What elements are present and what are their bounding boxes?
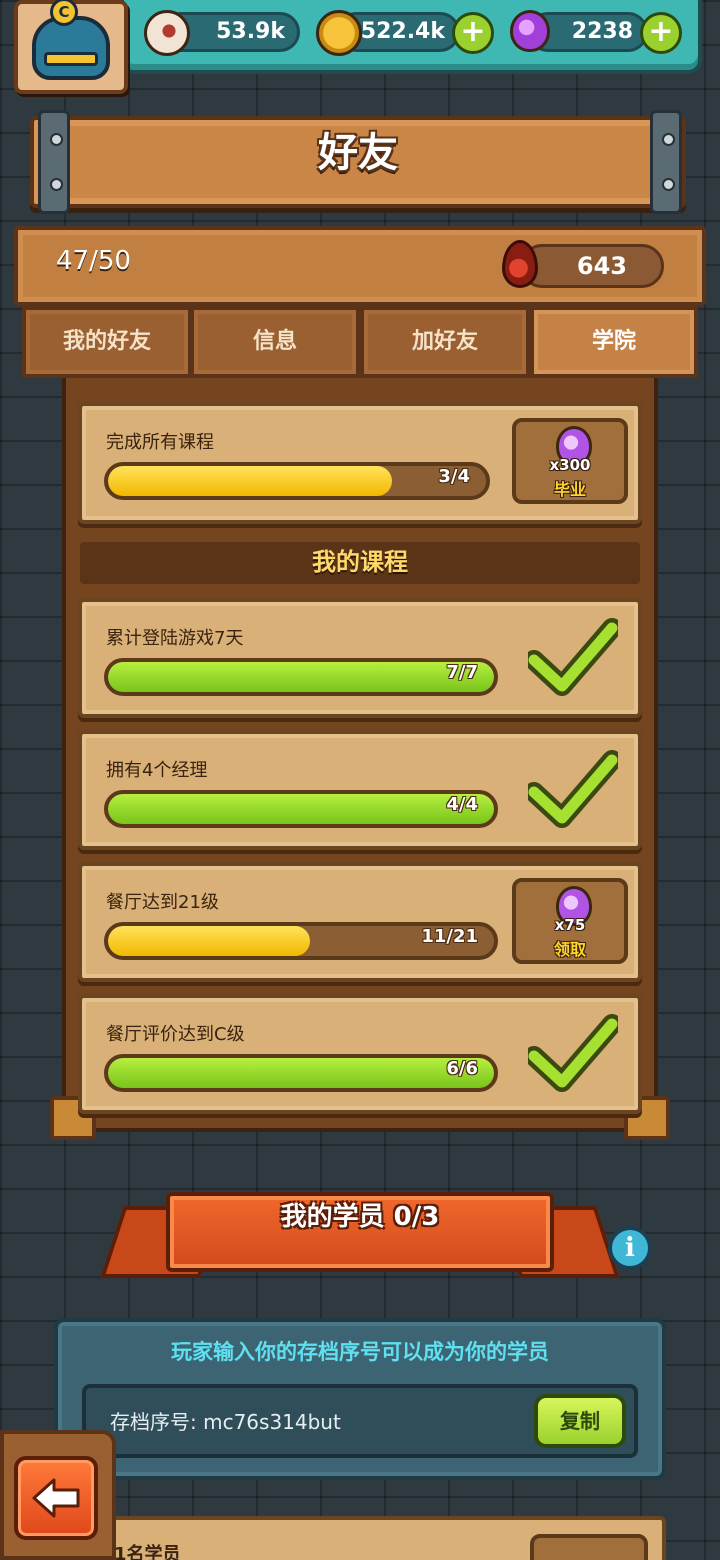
back-arrow-icon [32,1478,80,1518]
claim-reward-button[interactable]: x75 领取 [512,878,628,964]
progress-text: 4/4 [446,794,478,815]
course-progress-bar: 7/7 [104,658,498,696]
tab-academy[interactable]: 学院 [530,306,698,378]
monster-face-icon [32,16,110,80]
checkmark-icon [528,1014,618,1092]
eyeball-icon [144,10,190,56]
blood-amount: 643 [576,252,627,280]
back-button[interactable] [14,1456,98,1540]
tab-add-friend[interactable]: 加好友 [360,306,530,378]
monster-teeth [44,52,98,66]
reward-count: x300 [549,456,591,474]
graduation-progress-bar: 3/4 [104,462,490,500]
student-slot-reward[interactable] [530,1534,648,1560]
blood-counter: 643 [520,244,664,288]
save-code-text: 存档序号: mc76s314but [110,1410,341,1434]
courses-section-title: 我的课程 [80,542,640,584]
potion-icon [510,10,550,52]
course-card: 拥有4个经理 4/4 [78,730,642,850]
friend-count: 47/50 [56,246,131,276]
info-button[interactable]: i [608,1226,652,1270]
students-title: 我的学员 0/3 [166,1192,554,1272]
progress-fill [108,794,494,824]
reward-label: 领取 [553,940,586,959]
coins-amount: 522.4k [360,19,445,44]
checkmark-icon [528,618,618,696]
course-card: 餐厅评价达到C级 6/6 [78,994,642,1114]
progress-text: 7/7 [446,662,478,683]
reward-label: 毕业 [553,480,586,499]
coin-icon [316,10,362,56]
right-bracket-icon [650,110,682,214]
course-progress-bar: 4/4 [104,790,498,828]
add-coins-button[interactable]: + [452,12,494,54]
graduation-card: 完成所有课程 3/4 x300 毕业 [78,402,642,524]
progress-text: 6/6 [446,1058,478,1079]
progress-fill [108,466,392,496]
course-label: 拥有4个经理 [106,760,208,781]
progress-text: 11/21 [421,926,478,947]
page-title: 好友 [318,130,398,176]
save-code-hint: 玩家输入你的存档序号可以成为你的学员 [171,1340,549,1364]
potions-amount: 2238 [571,19,633,44]
course-card: 累计登陆游戏7天 7/7 [78,598,642,718]
graduation-reward-button[interactable]: x300 毕业 [512,418,628,504]
course-label: 餐厅达到21级 [106,892,219,913]
progress-text: 3/4 [438,466,470,487]
tab-my-friends[interactable]: 我的好友 [22,306,192,378]
course-progress-bar: 6/6 [104,1054,498,1092]
course-progress-bar: 11/21 [104,922,498,960]
checkmark-icon [528,750,618,828]
course-card: 餐厅达到21级 11/21 x75 领取 [78,862,642,982]
progress-fill [108,662,494,692]
course-label: 餐厅评价达到C级 [106,1024,245,1045]
left-bracket-icon [38,110,70,214]
player-avatar[interactable]: C [14,0,128,94]
add-potions-button[interactable]: + [640,12,682,54]
course-label: 累计登陆游戏7天 [106,628,244,649]
eyes-amount: 53.9k [216,19,285,44]
tab-messages[interactable]: 信息 [190,306,360,378]
title-plank: 好友 [30,116,686,208]
reward-count: x75 [554,916,586,934]
graduation-label: 完成所有课程 [106,432,214,453]
progress-fill [108,926,311,956]
progress-fill [108,1058,494,1088]
copy-button[interactable]: 复制 [534,1394,626,1448]
